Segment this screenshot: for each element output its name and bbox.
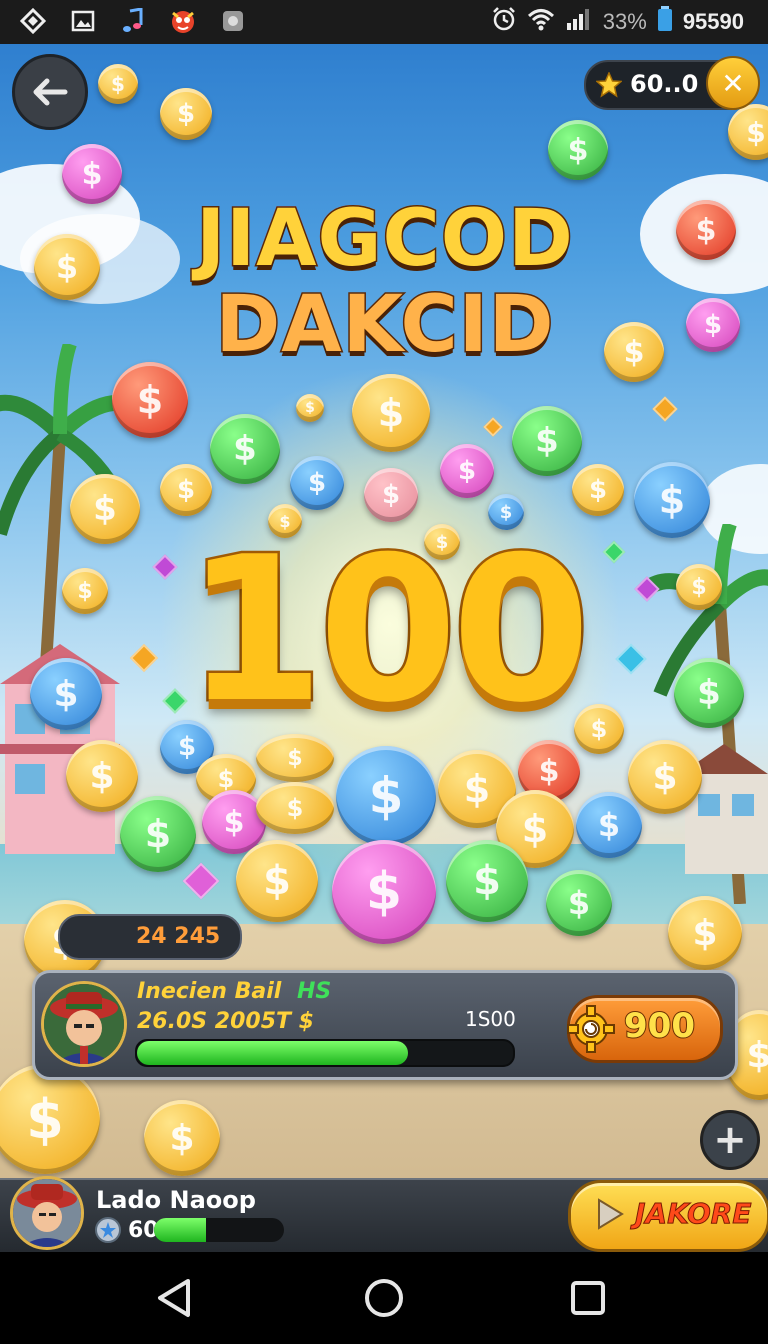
coin: $ xyxy=(336,746,436,846)
coin: $ xyxy=(70,474,140,544)
coin: $ xyxy=(62,144,122,204)
coin: $ xyxy=(62,568,108,614)
coin: $ xyxy=(144,1100,220,1176)
diamond-app-icon xyxy=(18,6,48,36)
close-icon: ✕ xyxy=(721,66,745,100)
back-button[interactable] xyxy=(12,54,88,130)
bottom-avatar[interactable] xyxy=(10,1176,84,1250)
coin: $ xyxy=(30,658,102,730)
coin: $ xyxy=(160,464,212,516)
player-amount: 26.0S 2005T $ xyxy=(137,1009,314,1034)
coin: $ xyxy=(676,200,736,260)
level-progress-fill xyxy=(154,1218,206,1242)
play-button[interactable]: JAKORE xyxy=(568,1180,768,1252)
player-tag: HS xyxy=(297,979,332,1004)
game-title-line2: DAKCID xyxy=(214,279,555,372)
nav-back-button[interactable] xyxy=(152,1276,196,1320)
star-icon xyxy=(596,72,622,98)
coin: $ xyxy=(546,870,612,936)
coin: $ xyxy=(66,740,138,812)
game-area: $ $ $ $ $ $ $ $ $ $ $ $ $ $ $ $ $ $ $ $ … xyxy=(0,44,768,1252)
gallery-icon xyxy=(68,6,98,36)
coin: $ xyxy=(112,362,188,438)
score-pill: 24 245 xyxy=(58,914,242,960)
alarm-icon xyxy=(491,6,517,38)
signal-icon xyxy=(565,7,593,37)
coin: $ xyxy=(256,782,334,834)
coin: $ xyxy=(332,840,436,944)
avatar[interactable] xyxy=(41,981,127,1067)
add-button[interactable]: + xyxy=(700,1110,760,1170)
music-icon xyxy=(118,6,148,36)
nav-home-button[interactable] xyxy=(362,1276,406,1320)
player-panel: Inecien Bail HS 26.0S 2005T $ 1S00 900 xyxy=(32,970,738,1080)
gem xyxy=(652,396,678,422)
game-title-line1: JIAGCOD xyxy=(195,193,575,286)
coin: $ xyxy=(686,298,740,352)
collect-button[interactable]: 900 xyxy=(567,995,723,1063)
player-portrait-icon xyxy=(13,1179,81,1247)
coin: $ xyxy=(676,564,722,610)
player-portrait-icon xyxy=(44,984,124,1064)
mascot-app-icon xyxy=(168,6,198,36)
coin: $ xyxy=(296,394,324,422)
coin: $ xyxy=(728,104,768,160)
coin: $ xyxy=(352,374,430,452)
game-screen: 33% 95590 $ $ $ $ $ $ $ $ $ $ $ $ $ $ $ … xyxy=(0,0,768,1344)
coin: $ xyxy=(160,88,212,140)
player-name: Inecien Bail xyxy=(137,979,282,1004)
score-value: 24 245 xyxy=(136,924,221,949)
nav-recents-button[interactable] xyxy=(566,1276,610,1320)
plus-icon: + xyxy=(713,1117,747,1163)
navigation-bar xyxy=(0,1252,768,1344)
coin: $ xyxy=(674,658,744,728)
player-progress-fill xyxy=(137,1041,408,1065)
coin: $ xyxy=(628,740,702,814)
circle-home-icon xyxy=(365,1279,403,1317)
level-badge-icon xyxy=(95,1217,121,1243)
wifi-icon xyxy=(527,7,555,37)
coin: $ xyxy=(634,462,710,538)
play-icon xyxy=(598,1198,624,1230)
close-button[interactable]: ✕ xyxy=(706,56,760,110)
coin: $ xyxy=(210,414,280,484)
coin: $ xyxy=(446,840,528,922)
coin: $ xyxy=(120,796,196,872)
coin: $ xyxy=(512,406,582,476)
bottom-bar: Lado Naoop 60 JAKORE xyxy=(0,1176,768,1252)
square-recents-icon xyxy=(571,1281,605,1315)
reward-amount: 100 xyxy=(183,512,593,750)
battery-icon xyxy=(657,6,673,38)
collect-button-value: 900 xyxy=(623,1005,696,1047)
coin: $ xyxy=(34,234,100,300)
coin: $ xyxy=(440,444,494,498)
gear-icon xyxy=(567,1005,615,1053)
coin: $ xyxy=(576,792,642,858)
coin: $ xyxy=(236,840,318,922)
bottom-player-name: Lado Naoop xyxy=(96,1186,256,1214)
coin: $ xyxy=(572,464,624,516)
coin: $ xyxy=(98,64,138,104)
arrow-left-icon xyxy=(33,78,68,106)
level-progress-bar xyxy=(154,1218,284,1242)
play-button-label: JAKORE xyxy=(634,1197,752,1231)
coin: $ xyxy=(668,896,742,970)
star-currency-value: 60..0 xyxy=(630,70,699,98)
coin: $ xyxy=(548,120,608,180)
status-right-text: 95590 xyxy=(682,9,744,34)
coin: $ xyxy=(290,456,344,510)
progress-goal: 1S00 xyxy=(465,1007,516,1031)
triangle-back-icon xyxy=(158,1279,190,1317)
settings-app-icon xyxy=(218,6,248,36)
battery-percent: 33% xyxy=(602,9,647,34)
player-progress-bar xyxy=(135,1039,515,1067)
status-bar: 33% 95590 xyxy=(0,0,768,44)
